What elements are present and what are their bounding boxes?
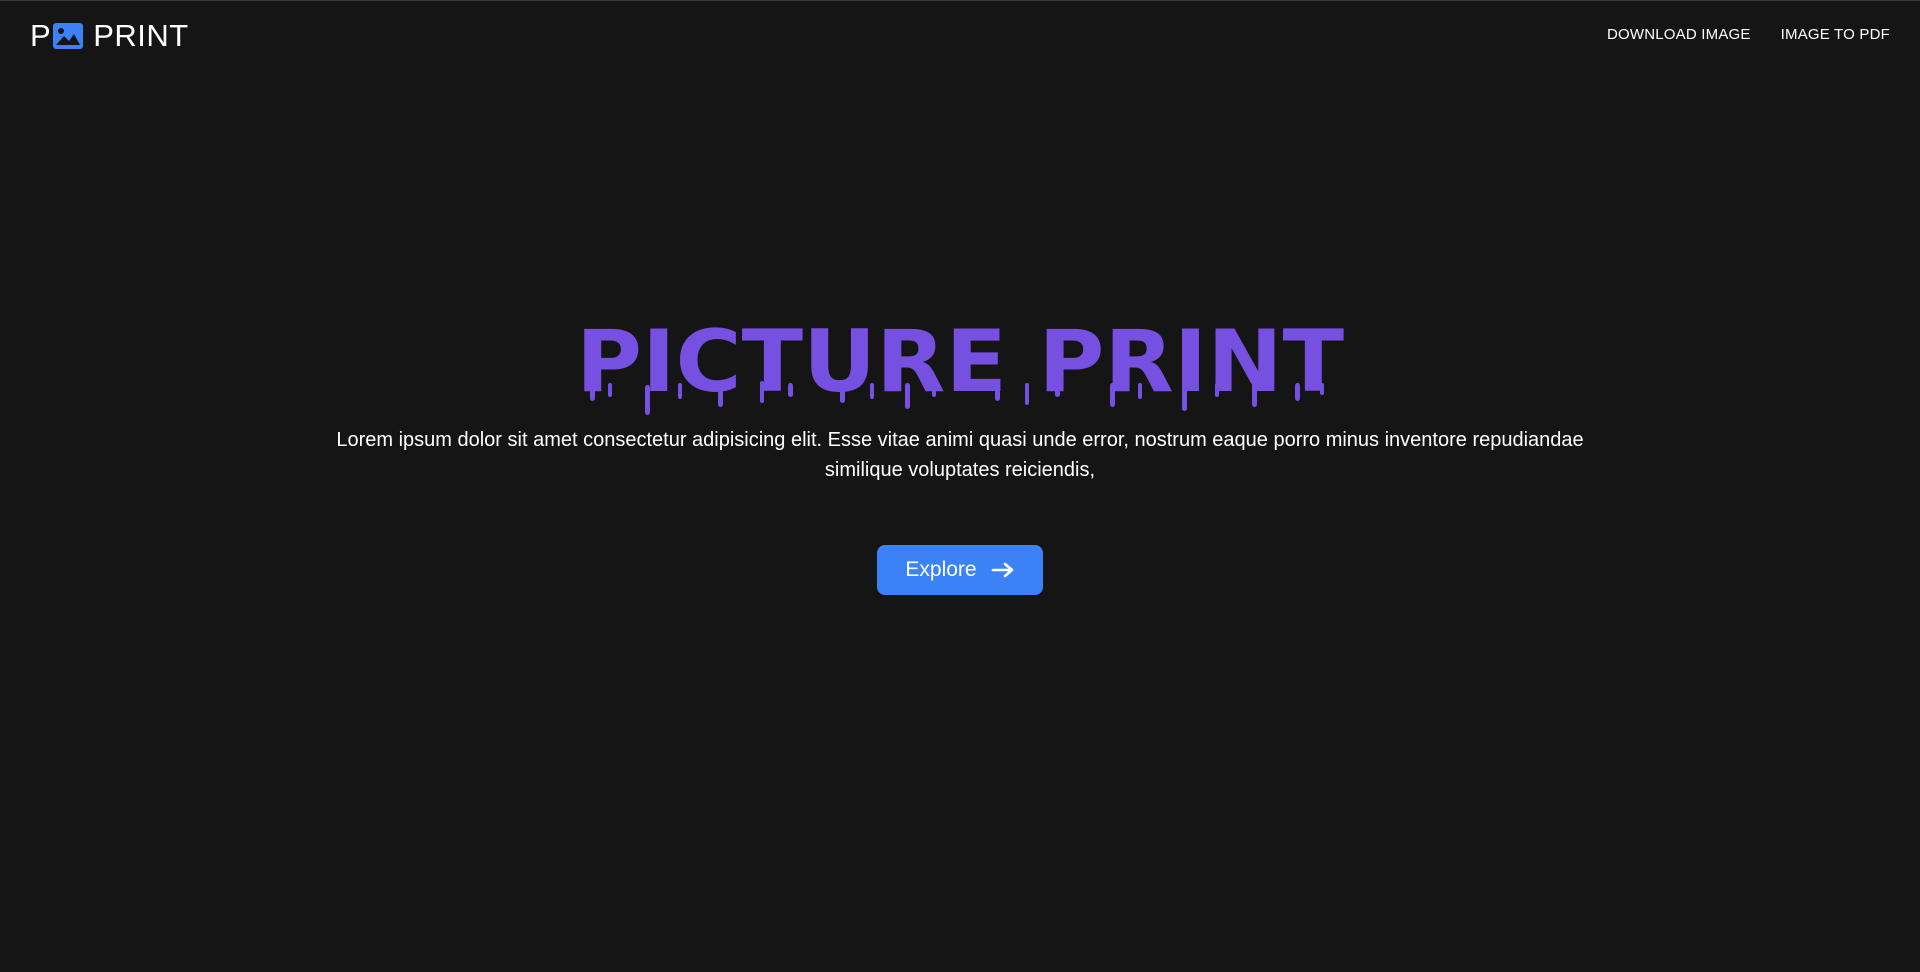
brand-name-suffix: PRINT <box>93 18 189 53</box>
explore-button[interactable]: Explore <box>877 545 1043 595</box>
nav-link-download-image[interactable]: DOWNLOAD IMAGE <box>1607 26 1751 44</box>
explore-button-label: Explore <box>905 558 977 581</box>
arrow-right-icon <box>991 562 1015 578</box>
hero-description: Lorem ipsum dolor sit amet consectetur a… <box>336 429 1584 481</box>
hero-title-graphic: PICTURE PRINT <box>576 312 1344 416</box>
hero-title: PICTURE PRINT <box>0 311 1920 431</box>
brand-logo[interactable]: P PRINT <box>30 18 189 54</box>
image-icon <box>53 23 84 49</box>
nav-links: DOWNLOAD IMAGE IMAGE TO PDF <box>1607 26 1890 44</box>
hero-title-text: PICTURE PRINT <box>576 312 1344 412</box>
brand-name-prefix: P <box>30 18 52 53</box>
navbar: P PRINT DOWNLOAD IMAGE IMAGE TO PDF <box>0 0 1920 72</box>
nav-link-image-to-pdf[interactable]: IMAGE TO PDF <box>1781 26 1890 44</box>
